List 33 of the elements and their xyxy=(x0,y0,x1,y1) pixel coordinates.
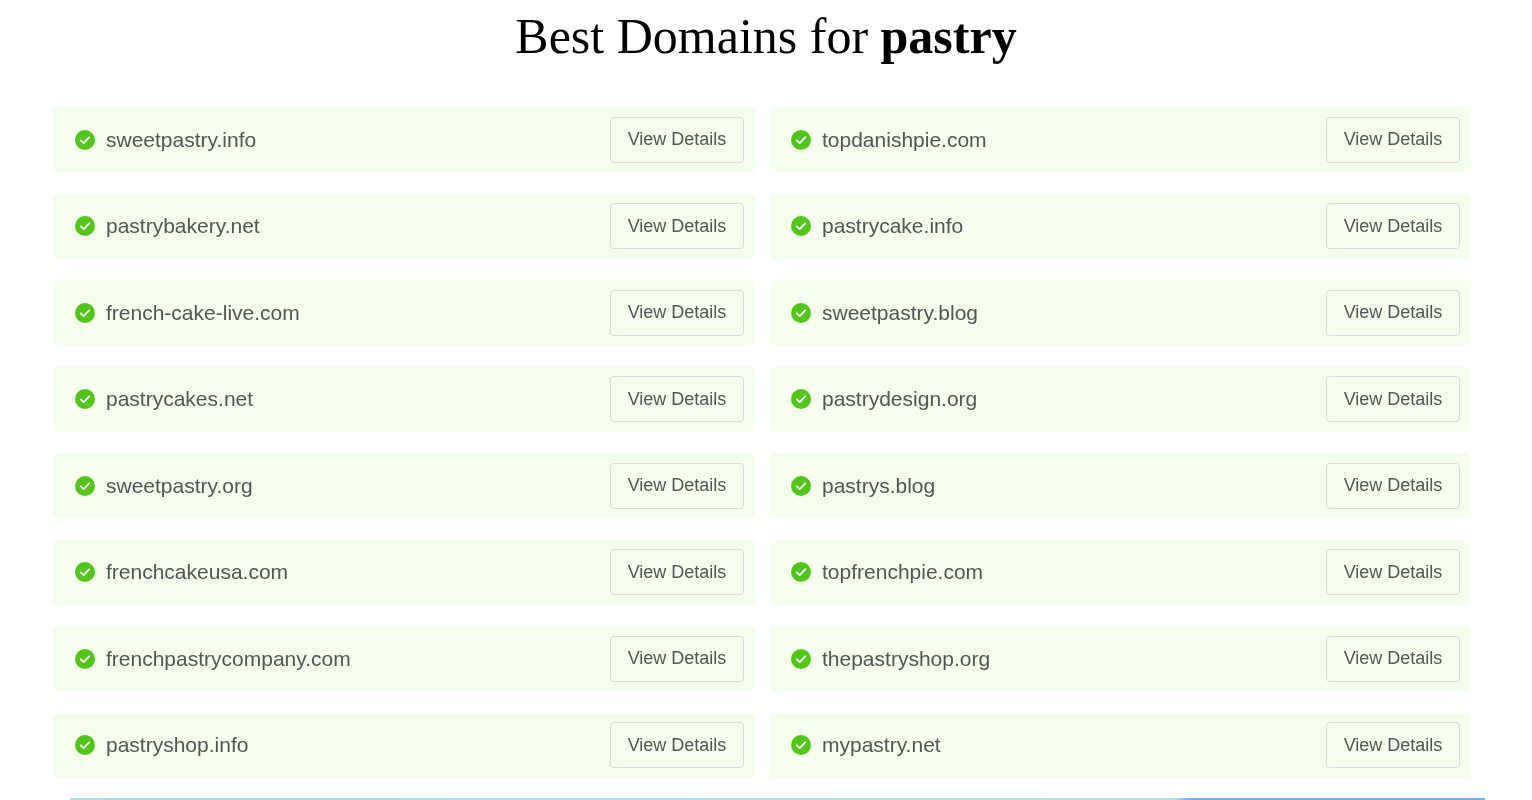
domain-name: sweetpastry.info xyxy=(106,126,257,153)
view-details-button[interactable]: View Details xyxy=(610,722,744,768)
view-details-button[interactable]: View Details xyxy=(1326,376,1460,422)
view-details-button[interactable]: View Details xyxy=(1326,635,1460,682)
view-details-button[interactable]: View Details xyxy=(1326,722,1460,768)
domain-name: topfrenchpie.com xyxy=(822,559,984,586)
view-details-button[interactable]: View Details xyxy=(610,203,744,249)
view-details-button[interactable]: View Details xyxy=(1326,116,1460,163)
domain-name: mypastry.net xyxy=(822,732,941,759)
domain-name: sweetpastry.blog xyxy=(822,299,979,326)
view-details-button[interactable]: View Details xyxy=(1326,289,1460,336)
domain-name: thepastryshop.org xyxy=(822,645,991,672)
page-heading: Best Domains for pastry xyxy=(515,7,1017,66)
view-details-button[interactable]: View Details xyxy=(1326,462,1460,509)
view-details-button[interactable]: View Details xyxy=(1326,549,1460,595)
domain-name: frenchcakeusa.com xyxy=(106,559,289,586)
view-details-button[interactable]: View Details xyxy=(610,116,744,163)
domain-name: pastrys.blog xyxy=(822,472,936,499)
domain-name: pastrydesign.org xyxy=(822,386,978,413)
domain-name: frenchpastrycompany.com xyxy=(106,645,351,672)
domain-name: sweetpastry.org xyxy=(106,472,253,499)
domain-name: pastrycake.info xyxy=(822,213,964,240)
domain-name: french-cake-live.com xyxy=(106,299,300,326)
domain-name: pastryshop.info xyxy=(106,732,249,759)
view-details-button[interactable]: View Details xyxy=(610,635,744,682)
view-details-button[interactable]: View Details xyxy=(610,462,744,509)
view-details-button[interactable]: View Details xyxy=(1326,203,1460,249)
domain-name: pastrybakery.net xyxy=(106,213,260,240)
domain-name: pastrycakes.net xyxy=(106,386,254,413)
view-details-button[interactable]: View Details xyxy=(610,549,744,595)
view-details-button[interactable]: View Details xyxy=(610,289,744,336)
view-details-button[interactable]: View Details xyxy=(610,376,744,422)
domain-name: topdanishpie.com xyxy=(822,126,987,153)
